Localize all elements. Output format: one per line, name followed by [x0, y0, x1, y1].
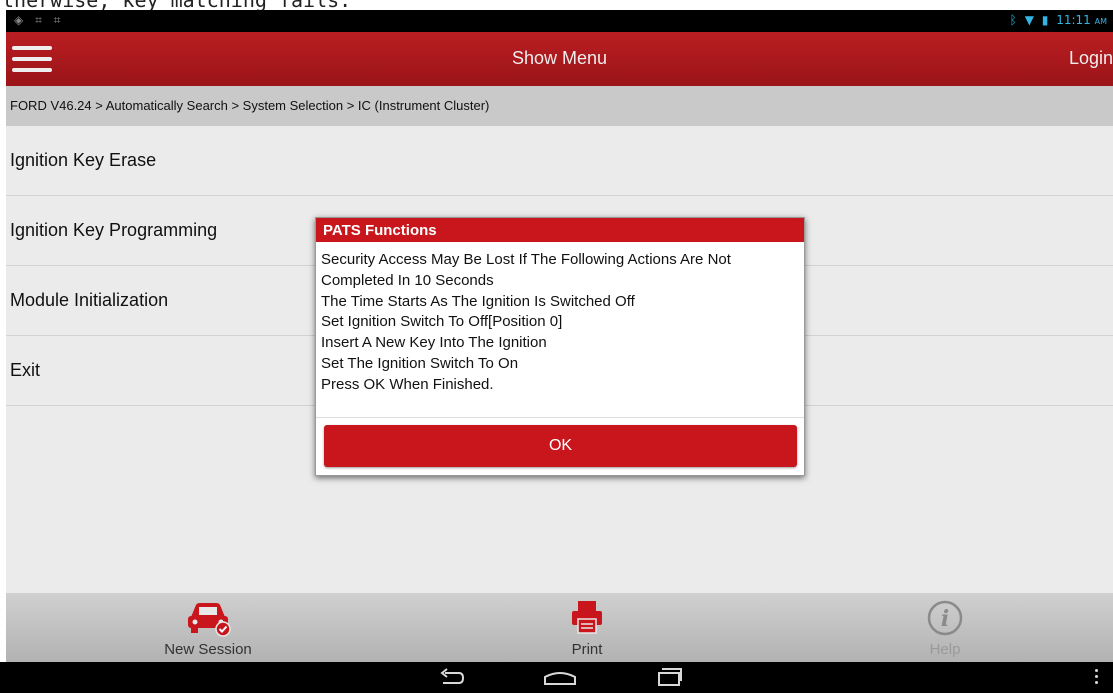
- overflow-menu-icon[interactable]: [1095, 669, 1099, 687]
- screenshot-icon: ⌗: [53, 13, 65, 27]
- print-button[interactable]: Print: [497, 593, 677, 662]
- dialog-divider: [316, 417, 804, 418]
- info-icon: i: [927, 600, 963, 636]
- notification-icons: ◈ ⌗ ⌗: [14, 13, 64, 28]
- svg-text:i: i: [941, 606, 949, 632]
- help-label: Help: [929, 641, 961, 658]
- dialog-line: Set Ignition Switch To Off[Position 0]: [321, 313, 563, 331]
- cropped-caption-text: therwise, key matching fails.: [2, 0, 351, 10]
- dialog-line: Security Access May Be Lost If The Follo…: [321, 251, 731, 268]
- wifi-icon: ▼: [1024, 13, 1034, 27]
- back-icon[interactable]: [437, 666, 465, 692]
- app-header: Show Menu Login: [6, 32, 1113, 86]
- bottom-toolbar: New Session Print i Help: [6, 593, 1113, 662]
- status-bar: ◈ ⌗ ⌗ ᛒ ▼ ▮ 11:11 AM: [6, 10, 1113, 32]
- login-button[interactable]: Login: [1069, 48, 1113, 69]
- navigation-bar: [0, 662, 1113, 693]
- cropped-caption-strip: therwise, key matching fails.: [0, 0, 1113, 10]
- new-session-label: New Session: [164, 641, 252, 658]
- status-clock: 11:11: [1056, 13, 1091, 27]
- printer-icon: [572, 601, 602, 634]
- list-item-label: Exit: [10, 360, 41, 380]
- breadcrumb-text: FORD V46.24 > Automatically Search > Sys…: [10, 98, 490, 113]
- list-item-label: Module Initialization: [10, 290, 169, 310]
- pats-functions-dialog: PATS Functions Security Access May Be Lo…: [315, 217, 805, 476]
- show-menu-title[interactable]: Show Menu: [6, 48, 1113, 69]
- ok-button[interactable]: OK: [324, 425, 797, 467]
- status-clock-ampm: AM: [1094, 17, 1107, 26]
- screenshot-icon: ⌗: [35, 13, 46, 27]
- battery-icon: ▮: [1041, 13, 1049, 27]
- breadcrumb: FORD V46.24 > Automatically Search > Sys…: [6, 86, 1113, 126]
- dialog-title: PATS Functions: [323, 222, 437, 239]
- list-item-label: Ignition Key Erase: [10, 150, 157, 170]
- car-check-icon: [188, 603, 231, 637]
- dialog-line: Insert A New Key Into The Ignition: [321, 334, 547, 352]
- print-label: Print: [571, 641, 603, 658]
- home-icon[interactable]: [543, 666, 577, 692]
- dialog-line: The Time Starts As The Ignition Is Switc…: [321, 292, 635, 310]
- dialog-message: Security Access May Be Lost If The Follo…: [321, 250, 799, 396]
- bluetooth-icon: ᛒ: [1009, 13, 1017, 27]
- system-status: ᛒ ▼ ▮ 11:11 AM: [1010, 13, 1107, 27]
- dialog-line: Press OK When Finished.: [321, 375, 494, 393]
- dialog-line: Set The Ignition Switch To On: [321, 354, 519, 372]
- list-item-label: Ignition Key Programming: [10, 220, 218, 240]
- location-icon: ◈: [14, 13, 28, 27]
- list-item-ignition-key-erase[interactable]: Ignition Key Erase: [6, 126, 1113, 196]
- dialog-title-bar: PATS Functions: [316, 218, 804, 242]
- help-button[interactable]: i Help: [855, 593, 1035, 662]
- recent-apps-icon[interactable]: [654, 666, 684, 692]
- new-session-button[interactable]: New Session: [118, 593, 298, 662]
- dialog-line: Completed In 10 Seconds: [321, 271, 494, 289]
